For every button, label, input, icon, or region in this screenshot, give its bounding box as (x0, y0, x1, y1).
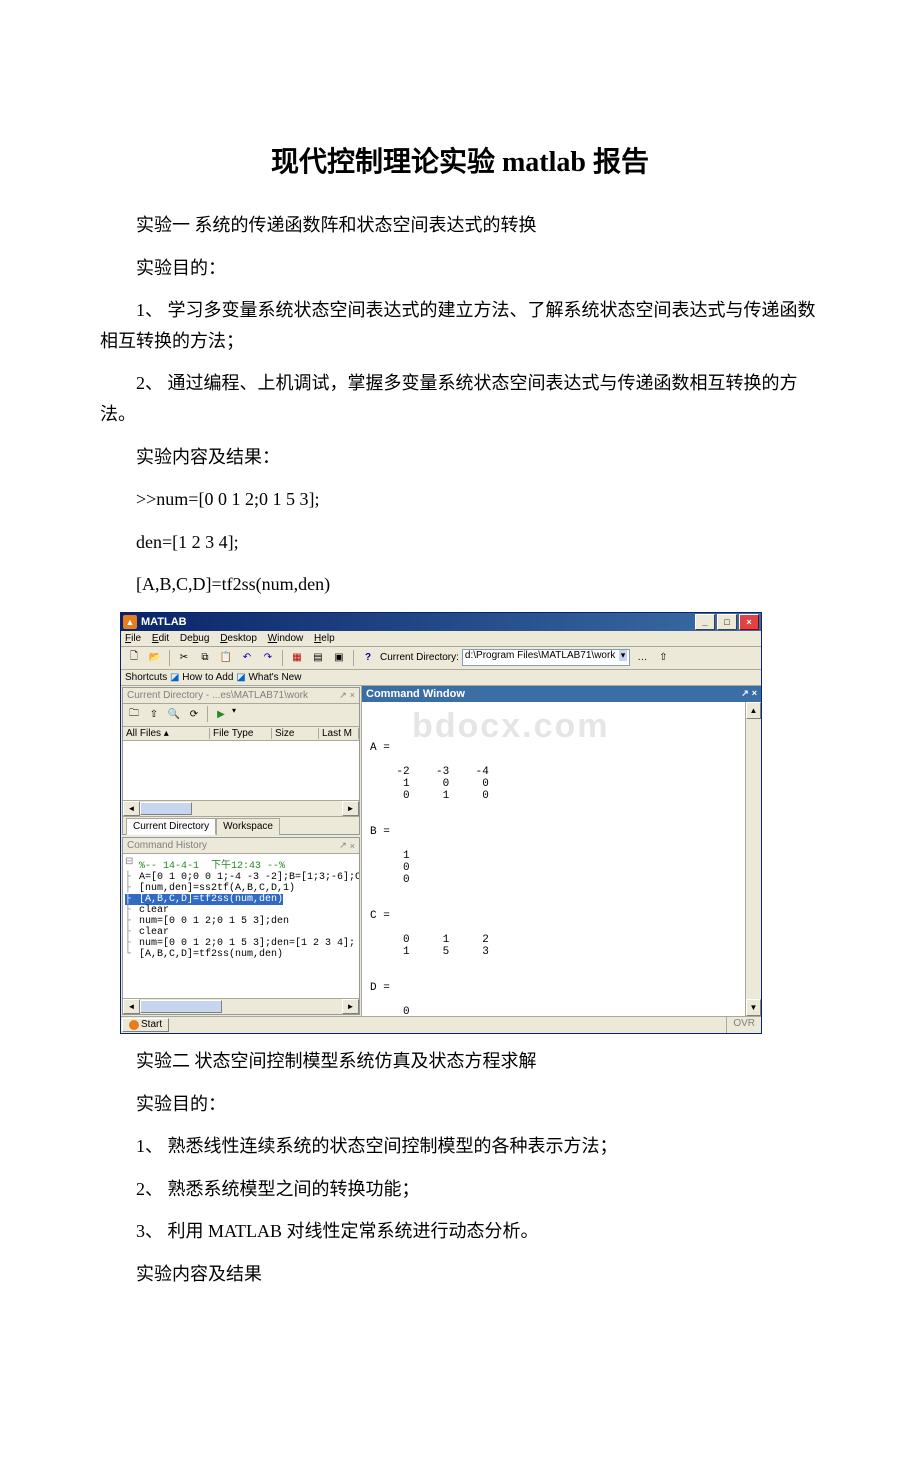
menu-bar: File Edit Debug Desktop Window Help (121, 631, 761, 647)
shortcuts-bar: Shortcuts ◪ How to Add ◪ What's New (121, 670, 761, 686)
curdir-combo[interactable]: d:\Program Files\MATLAB71\work (462, 649, 630, 666)
exp1-heading: 实验一 系统的传递函数阵和状态空间表达式的转换 (100, 210, 820, 241)
shortcut-new-icon[interactable]: ◪ (236, 672, 245, 683)
start-button[interactable]: Start (122, 1018, 169, 1032)
menu-file[interactable]: File (125, 633, 141, 644)
file-list[interactable] (123, 741, 359, 800)
left-tab-bar: Current Directory Workspace (123, 816, 359, 834)
col-last-mod[interactable]: Last M (319, 728, 359, 739)
cmdwin-undock-icon[interactable]: ↗ (741, 688, 749, 700)
curdir-hscroll[interactable]: ◄ ► (123, 800, 359, 816)
new-file-icon[interactable]: 🗋 (125, 649, 143, 667)
menu-help[interactable]: Help (314, 633, 335, 644)
status-bar: Start OVR (121, 1016, 761, 1033)
matlab-window: ▲ MATLAB _ □ × File Edit Debug Desktop W… (120, 612, 762, 1034)
undo-icon[interactable]: ↶ (238, 649, 256, 667)
exp1-purpose-label: 实验目的： (100, 253, 820, 284)
watermark: bdocx.com (412, 707, 609, 746)
redo-icon[interactable]: ↷ (259, 649, 277, 667)
cut-icon[interactable]: ✂ (175, 649, 193, 667)
exp1-content-label: 实验内容及结果： (100, 442, 820, 473)
menu-debug[interactable]: Debug (180, 633, 209, 644)
matlab-icon: ▲ (123, 615, 137, 629)
shortcut-add-icon[interactable]: ◪ (170, 672, 179, 683)
exp2-purpose-label: 实验目的： (100, 1089, 820, 1120)
history-close-icon[interactable]: × (350, 841, 355, 851)
scroll-down-icon[interactable]: ▼ (746, 999, 761, 1016)
minimize-button[interactable]: _ (695, 614, 715, 630)
file-list-header: All Files ▴ File Type Size Last M (123, 727, 359, 741)
tab-workspace[interactable]: Workspace (216, 818, 280, 835)
curdir-label: Current Directory: (380, 652, 459, 663)
command-window[interactable]: bdocx.com A = -2 -3 -4 1 0 0 0 1 0 B = 1… (362, 702, 745, 1016)
command-history[interactable]: ⊟%-- 14-4-1 下午12:43 --% ├A=[0 1 0;0 0 1;… (123, 854, 359, 998)
menu-desktop[interactable]: Desktop (220, 633, 257, 644)
exp2-item-2: 2、 熟悉系统模型之间的转换功能； (100, 1174, 820, 1205)
history-panel-title[interactable]: Command History ↗ × (123, 838, 359, 854)
doc-title: 现代控制理论实验 matlab 报告 (100, 140, 820, 180)
code-line-2: den=[1 2 3 4]; (100, 527, 820, 558)
shortcuts-label: Shortcuts (125, 672, 167, 683)
refresh-icon[interactable]: ⟳ (185, 706, 203, 724)
menu-window[interactable]: Window (268, 633, 304, 644)
command-window-title[interactable]: Command Window ↗ × (362, 686, 761, 702)
window-titlebar[interactable]: ▲ MATLAB _ □ × (121, 613, 761, 631)
col-all-files[interactable]: All Files ▴ (123, 728, 210, 739)
history-hscroll[interactable]: ◄ ► (123, 998, 359, 1014)
curdir-toolbar: 🗀 ⇧ 🔍 ⟳ ▶ ▾ (123, 704, 359, 727)
cmdwin-close-icon[interactable]: × (752, 688, 757, 700)
exp1-purpose-2: 2、 通过编程、上机调试，掌握多变量系统状态空间表达式与传递函数相互转换的方法。 (100, 368, 820, 429)
new-folder-icon[interactable]: 🗀 (125, 706, 143, 724)
exp2-content-label: 实验内容及结果 (100, 1259, 820, 1290)
main-toolbar: 🗋 📂 ✂ ⧉ 📋 ↶ ↷ ▦ ▤ ▣ ? Current Directory:… (121, 647, 761, 670)
window-title: MATLAB (141, 616, 187, 628)
exp1-purpose-1: 1、 学习多变量系统状态空间表达式的建立方法、了解系统状态空间表达式与传递函数相… (100, 295, 820, 356)
maximize-button[interactable]: □ (717, 614, 737, 630)
browse-dir-icon[interactable]: … (633, 649, 651, 667)
history-scroll-right-icon[interactable]: ► (342, 999, 359, 1014)
help-icon[interactable]: ? (359, 649, 377, 667)
tab-current-directory[interactable]: Current Directory (126, 818, 216, 835)
code-line-3: [A,B,C,D]=tf2ss(num,den) (100, 569, 820, 600)
start-icon (129, 1020, 139, 1030)
up-dir-icon[interactable]: ⇧ (654, 649, 672, 667)
shortcut-how-to-add[interactable]: How to Add (182, 672, 233, 683)
go-up-icon[interactable]: ⇧ (145, 706, 163, 724)
find-icon[interactable]: 🔍 (165, 706, 183, 724)
paste-icon[interactable]: 📋 (217, 649, 235, 667)
scroll-right-icon[interactable]: ► (342, 801, 359, 816)
shortcut-whats-new[interactable]: What's New (248, 672, 301, 683)
scroll-up-icon[interactable]: ▲ (746, 702, 761, 719)
exp2-item-1: 1、 熟悉线性连续系统的状态空间控制模型的各种表示方法； (100, 1131, 820, 1162)
command-output: A = -2 -3 -4 1 0 0 0 1 0 B = 1 0 0 C = 0… (370, 742, 737, 1016)
col-size[interactable]: Size (272, 728, 319, 739)
open-file-icon[interactable]: 📂 (146, 649, 164, 667)
exp2-heading: 实验二 状态空间控制模型系统仿真及状态方程求解 (100, 1046, 820, 1077)
panel-close-icon[interactable]: × (350, 690, 355, 700)
panel-undock-icon[interactable]: ↗ (339, 690, 347, 701)
col-file-type[interactable]: File Type (210, 728, 272, 739)
run-icon[interactable]: ▶ (212, 706, 230, 724)
simulink-icon[interactable]: ▦ (288, 649, 306, 667)
history-scroll-left-icon[interactable]: ◄ (123, 999, 140, 1014)
history-undock-icon[interactable]: ↗ (339, 840, 347, 851)
guide-icon[interactable]: ▤ (309, 649, 327, 667)
exp2-item-3: 3、 利用 MATLAB 对线性定常系统进行动态分析。 (100, 1216, 820, 1247)
close-button[interactable]: × (739, 614, 759, 630)
scroll-left-icon[interactable]: ◄ (123, 801, 140, 816)
cmdwin-vscroll[interactable]: ▲ ▼ (745, 702, 761, 1016)
code-line-1: >>num=[0 0 1 2;0 1 5 3]; (100, 484, 820, 515)
curdir-panel-title[interactable]: Current Directory - ...es\MATLAB71\work … (123, 688, 359, 704)
copy-icon[interactable]: ⧉ (196, 649, 214, 667)
ovr-indicator: OVR (726, 1017, 761, 1033)
menu-edit[interactable]: Edit (152, 633, 169, 644)
profiler-icon[interactable]: ▣ (330, 649, 348, 667)
